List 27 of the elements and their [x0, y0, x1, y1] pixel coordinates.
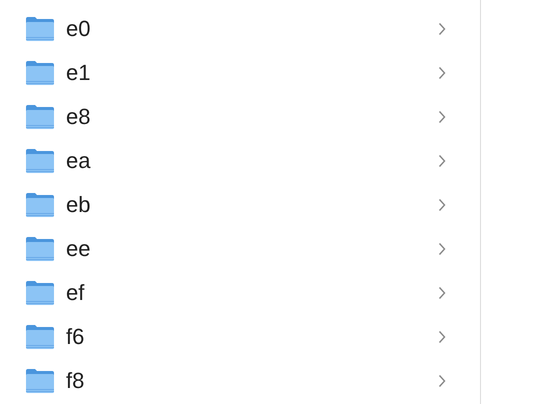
chevron-right-icon — [438, 286, 446, 300]
folder-row[interactable]: f6 — [0, 315, 480, 359]
folder-row[interactable]: e0 — [0, 7, 480, 51]
folder-icon — [25, 280, 55, 306]
chevron-right-icon — [438, 374, 446, 388]
folder-icon — [25, 236, 55, 262]
folder-row[interactable]: ee — [0, 227, 480, 271]
folder-icon — [25, 16, 55, 42]
folder-icon — [25, 192, 55, 218]
folder-row[interactable]: eb — [0, 183, 480, 227]
chevron-right-icon — [438, 154, 446, 168]
folder-icon — [25, 368, 55, 394]
chevron-right-icon — [438, 110, 446, 124]
folder-row[interactable]: e8 — [0, 95, 480, 139]
folder-row[interactable]: ef — [0, 271, 480, 315]
chevron-right-icon — [438, 22, 446, 36]
folder-row[interactable]: f8 — [0, 359, 480, 403]
folder-icon — [25, 324, 55, 350]
chevron-right-icon — [438, 198, 446, 212]
folder-icon — [25, 148, 55, 174]
chevron-right-icon — [438, 66, 446, 80]
chevron-right-icon — [438, 242, 446, 256]
folder-row[interactable]: ea — [0, 139, 480, 183]
folder-row[interactable]: e1 — [0, 51, 480, 95]
folder-icon — [25, 60, 55, 86]
chevron-right-icon — [438, 330, 446, 344]
folder-icon — [25, 104, 55, 130]
